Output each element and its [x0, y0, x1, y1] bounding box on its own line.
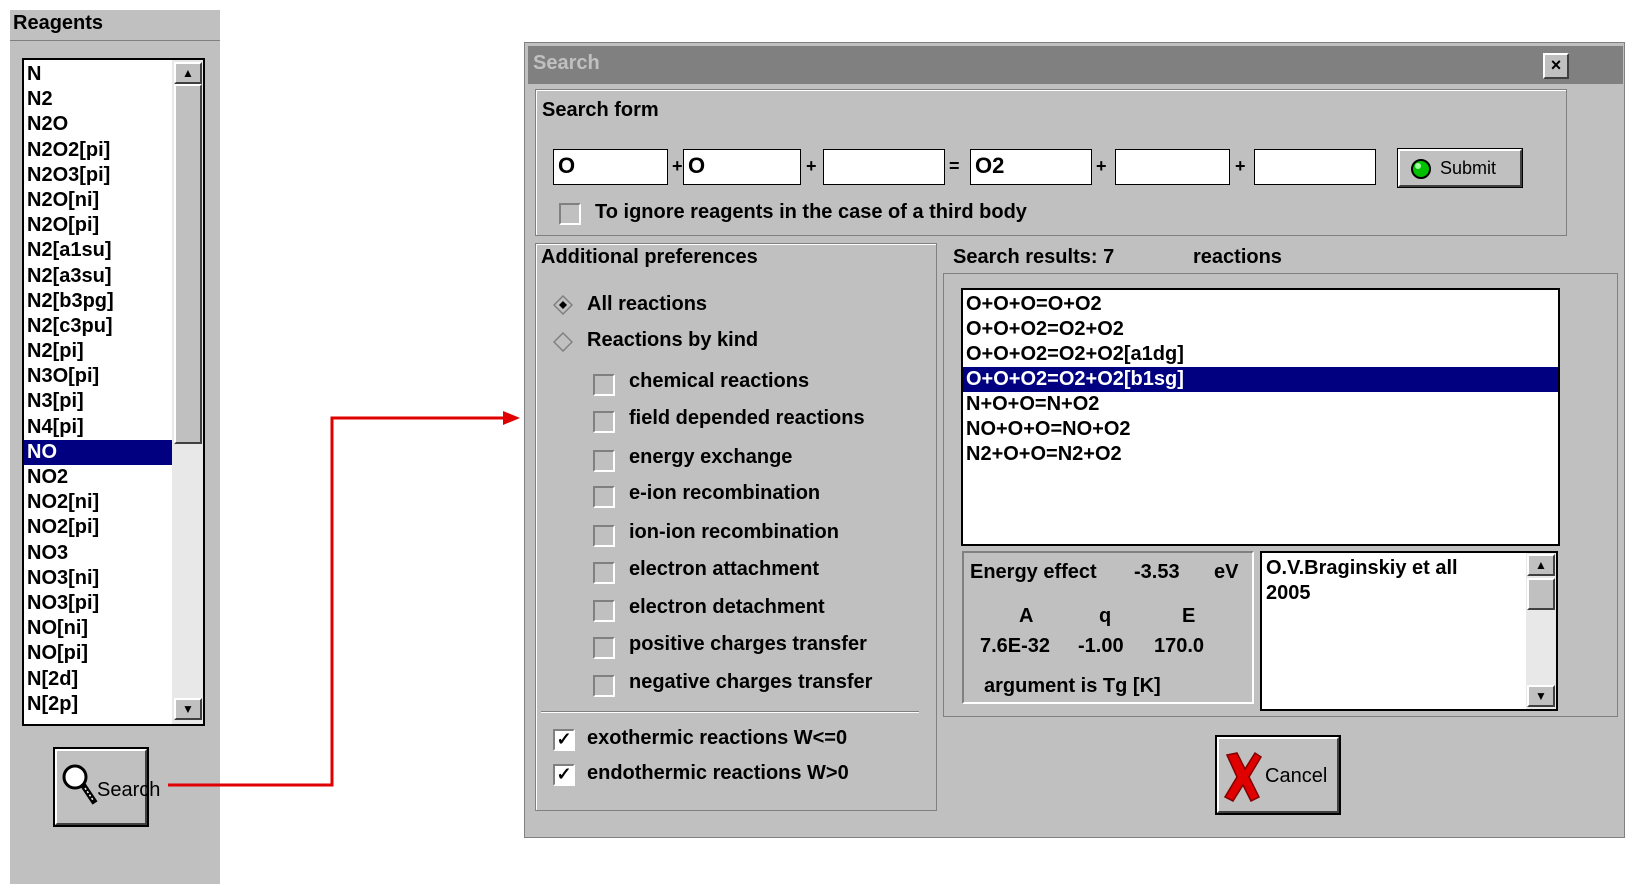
result-list-item[interactable]: O+O+O2=O2+O2[b1sg] — [963, 367, 1558, 392]
energy-effect-value: -3.53 — [1134, 561, 1180, 583]
coef-q-value: -1.00 — [1078, 635, 1124, 657]
reagent-field-3[interactable] — [823, 149, 945, 185]
preferences-divider — [541, 711, 919, 713]
reaction-kind-label: chemical reactions — [629, 370, 810, 392]
reference-scrollbar[interactable]: ▲ ▼ — [1526, 553, 1556, 709]
plus-sign: + — [672, 156, 683, 176]
reaction-kind-checkbox[interactable] — [593, 600, 615, 622]
result-list-item[interactable]: N2+O+O=N2+O2 — [963, 442, 1558, 467]
exothermic-checkbox[interactable]: ✓ — [553, 729, 575, 751]
product-field-2[interactable] — [1115, 149, 1230, 185]
argument-label: argument is Tg [K] — [984, 675, 1161, 697]
result-list-item[interactable]: O+O+O=O+O2 — [963, 292, 1558, 317]
close-icon[interactable]: × — [1543, 53, 1569, 79]
product-field-3[interactable] — [1254, 149, 1376, 185]
exothermic-label: exothermic reactions W<=0 — [587, 727, 848, 749]
coef-a-header: A — [1019, 605, 1034, 627]
reaction-kind-label: positive charges transfer — [629, 633, 867, 655]
ignore-third-body-checkbox[interactable] — [559, 203, 581, 225]
reaction-kind-label: energy exchange — [629, 446, 793, 468]
cancel-label: Cancel — [1265, 765, 1328, 787]
plus-sign: + — [1096, 156, 1107, 176]
green-light-icon — [1411, 159, 1431, 179]
coef-q-header: q — [1099, 605, 1112, 627]
reference-line-2: 2005 — [1266, 582, 1311, 604]
result-list-item[interactable]: NO+O+O=NO+O2 — [963, 417, 1558, 442]
reference-box[interactable]: O.V.Braginskiy et all 2005 ▲ ▼ — [1260, 551, 1558, 711]
reaction-kind-checkbox[interactable] — [593, 525, 615, 547]
reaction-kind-checkbox[interactable] — [593, 675, 615, 697]
all-reactions-label: All reactions — [587, 293, 708, 315]
reaction-kind-label: field depended reactions — [629, 407, 865, 429]
reaction-kind-label: electron attachment — [629, 558, 820, 580]
energy-effect-unit: eV — [1214, 561, 1239, 583]
coef-e-value: 170.0 — [1154, 635, 1205, 657]
dialog-titlebar[interactable]: Search × — [528, 46, 1623, 84]
red-x-icon — [1223, 751, 1263, 803]
reactions-by-kind-label: Reactions by kind — [587, 329, 759, 351]
reaction-kind-checkbox[interactable] — [593, 637, 615, 659]
cancel-button[interactable]: Cancel — [1215, 735, 1341, 815]
result-list-item[interactable]: N+O+O=N+O2 — [963, 392, 1558, 417]
energy-effect-label: Energy effect — [970, 561, 1097, 583]
ignore-third-body-label: To ignore reagents in the case of a thir… — [595, 201, 1027, 223]
search-dialog: Search × Search form O + O + = O2 + + Su… — [524, 42, 1625, 838]
reagent-field-2[interactable]: O — [683, 149, 801, 185]
scroll-down-arrow-icon[interactable]: ▼ — [1527, 685, 1555, 707]
radio-reactions-by-kind[interactable] — [553, 332, 573, 352]
result-list-item[interactable]: O+O+O2=O2+O2 — [963, 317, 1558, 342]
reaction-kind-checkbox[interactable] — [593, 374, 615, 396]
reaction-kind-label: electron detachment — [629, 596, 825, 618]
dialog-title: Search — [533, 52, 600, 74]
submit-button[interactable]: Submit — [1397, 148, 1523, 188]
preferences-label: Additional preferences — [541, 246, 758, 268]
product-field-1[interactable]: O2 — [970, 149, 1092, 185]
plus-sign: + — [806, 156, 817, 176]
result-list-item[interactable]: O+O+O2=O2+O2[a1dg] — [963, 342, 1558, 367]
scroll-up-arrow-icon[interactable]: ▲ — [1527, 554, 1555, 576]
radio-all-reactions[interactable] — [553, 295, 573, 315]
reference-line-1: O.V.Braginskiy et all — [1266, 557, 1458, 579]
scroll-thumb[interactable] — [1527, 578, 1555, 610]
plus-sign: + — [1235, 156, 1246, 176]
reaction-kind-label: ion-ion recombination — [629, 521, 839, 543]
reaction-kind-checkbox[interactable] — [593, 562, 615, 584]
reaction-kind-label: e-ion recombination — [629, 482, 821, 504]
coef-e-header: E — [1182, 605, 1196, 627]
search-form-label: Search form — [542, 99, 659, 121]
endothermic-label: endothermic reactions W>0 — [587, 762, 849, 784]
reaction-kind-checkbox[interactable] — [593, 450, 615, 472]
reagent-field-1[interactable]: O — [553, 149, 668, 185]
reaction-kind-label: negative charges transfer — [629, 671, 873, 693]
results-reactions-label: reactions — [1193, 246, 1282, 268]
energy-effect-box: Energy effect -3.53 eV A q E 7.6E-32 -1.… — [962, 551, 1254, 704]
results-count-label: Search results: 7 — [953, 246, 1115, 268]
reaction-kind-checkbox[interactable] — [593, 486, 615, 508]
submit-label: Submit — [1440, 158, 1497, 178]
endothermic-checkbox[interactable]: ✓ — [553, 764, 575, 786]
equals-sign: = — [949, 156, 960, 176]
results-list[interactable]: O+O+O=O+O2 O+O+O2=O2+O2 O+O+O2=O2+O2[a1dg]… — [961, 288, 1560, 546]
coef-a-value: 7.6E-32 — [980, 635, 1051, 657]
reaction-kind-checkbox[interactable] — [593, 411, 615, 433]
